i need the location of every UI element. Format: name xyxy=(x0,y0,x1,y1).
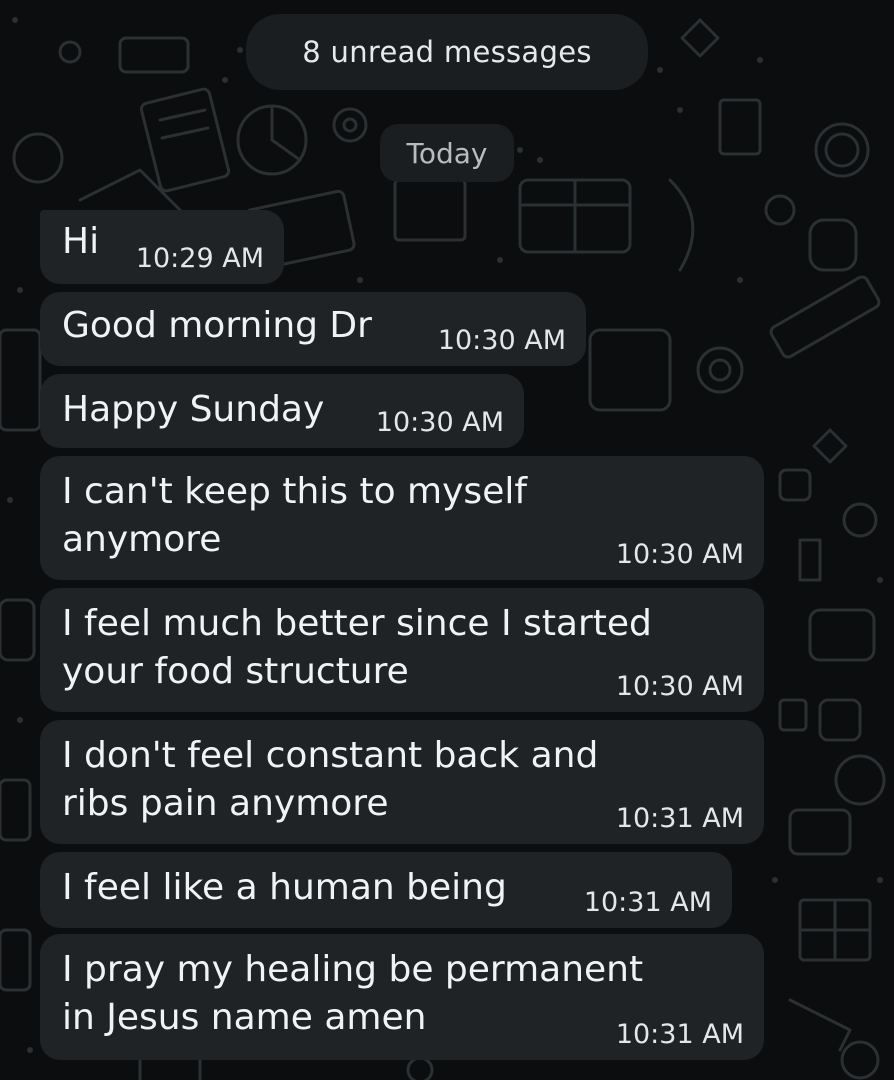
chat-area: 8 unread messages Today Hi 10:29 AM Good… xyxy=(0,0,894,1080)
message-bubble[interactable]: Happy Sunday 10:30 AM xyxy=(40,374,524,448)
message-text: I can't keep this to myself anymore xyxy=(62,471,528,560)
message-text: Happy Sunday xyxy=(62,389,325,430)
date-separator: Today xyxy=(380,124,514,182)
message-bubble[interactable]: I feel like a human being 10:31 AM xyxy=(40,852,732,928)
message-bubble[interactable]: I don't feel constant back and ribs pain… xyxy=(40,720,764,844)
message-time: 10:30 AM xyxy=(437,325,566,356)
message-text: Good morning Dr xyxy=(62,305,372,346)
message-text: Hi xyxy=(62,221,100,262)
message-bubble[interactable]: I pray my healing be permanent in Jesus … xyxy=(40,934,764,1060)
message-time: 10:31 AM xyxy=(615,803,744,834)
message-text: I pray my healing be permanent in Jesus … xyxy=(62,949,644,1038)
message-text: I feel like a human being xyxy=(62,867,507,908)
message-bubble[interactable]: Hi 10:29 AM xyxy=(40,210,284,284)
unread-messages-banner: 8 unread messages xyxy=(246,14,648,90)
date-separator-label: Today xyxy=(406,136,488,170)
message-time: 10:30 AM xyxy=(375,407,504,438)
message-time: 10:29 AM xyxy=(135,243,264,274)
message-time: 10:30 AM xyxy=(615,671,744,702)
message-text: I don't feel constant back and ribs pain… xyxy=(62,735,599,824)
unread-messages-label: 8 unread messages xyxy=(302,35,592,69)
message-bubble[interactable]: Good morning Dr 10:30 AM xyxy=(40,292,586,366)
message-bubble[interactable]: I can't keep this to myself anymore 10:3… xyxy=(40,456,764,580)
message-time: 10:30 AM xyxy=(615,539,744,570)
message-time: 10:31 AM xyxy=(615,1019,744,1050)
message-bubble[interactable]: I feel much better since I started your … xyxy=(40,588,764,712)
message-time: 10:31 AM xyxy=(583,887,712,918)
message-text: I feel much better since I started your … xyxy=(62,603,652,692)
